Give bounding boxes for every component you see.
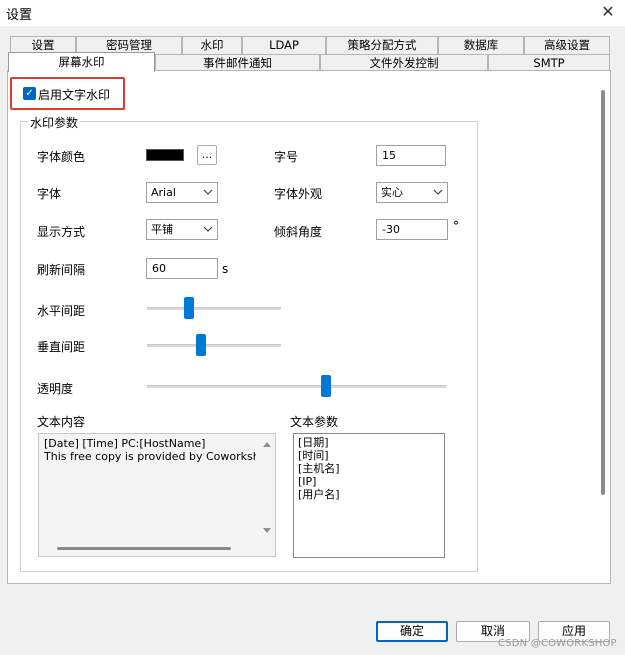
list-item[interactable]: [日期] bbox=[298, 436, 440, 449]
scroll-up-icon[interactable] bbox=[262, 440, 272, 448]
text-params-list[interactable]: [日期] [时间] [主机名] [IP] [用户名] bbox=[293, 433, 445, 558]
tab-event-mail[interactable]: 事件邮件通知 bbox=[155, 54, 320, 71]
text-content-line: [Date] [Time] PC:[HostName] bbox=[44, 438, 206, 450]
enable-watermark-checkbox[interactable]: ✓ bbox=[23, 87, 36, 100]
text-content-textarea[interactable]: [Date] [Time] PC:[HostName] This free co… bbox=[38, 433, 276, 557]
tab-smtp[interactable]: SMTP bbox=[488, 54, 610, 71]
tilt-angle-unit: ° bbox=[453, 219, 459, 233]
enable-watermark-label: 启用文字水印 bbox=[38, 88, 111, 102]
chevron-down-icon bbox=[203, 189, 213, 195]
horizontal-spacing-track[interactable] bbox=[147, 307, 281, 310]
vertical-spacing-thumb[interactable] bbox=[195, 334, 206, 356]
tab-ldap[interactable]: LDAP bbox=[242, 36, 326, 54]
tab-advanced[interactable]: 高级设置 bbox=[524, 36, 610, 54]
vertical-scroll-thumb[interactable] bbox=[601, 90, 605, 495]
horizontal-spacing-label: 水平间距 bbox=[37, 304, 86, 318]
tilt-angle-label: 倾斜角度 bbox=[274, 225, 323, 239]
tab-watermark[interactable]: 水印 bbox=[182, 36, 242, 54]
refresh-interval-label: 刷新间隔 bbox=[37, 263, 86, 277]
image-watermark: CSDN @COWORKSHOP bbox=[498, 638, 617, 649]
refresh-interval-unit: s bbox=[222, 262, 229, 276]
font-style-select[interactable]: 实心 bbox=[376, 182, 448, 203]
display-mode-select[interactable]: 平铺 bbox=[146, 219, 218, 240]
display-mode-select-value: 平铺 bbox=[151, 223, 173, 236]
opacity-track[interactable] bbox=[147, 385, 446, 388]
list-item[interactable]: [用户名] bbox=[298, 488, 440, 501]
chevron-down-icon bbox=[203, 226, 213, 232]
list-item[interactable]: [时间] bbox=[298, 449, 440, 462]
ok-button[interactable]: 确定 bbox=[376, 621, 448, 642]
font-color-label: 字体颜色 bbox=[37, 150, 86, 164]
scroll-down-icon[interactable] bbox=[262, 527, 272, 535]
tilt-angle-input[interactable]: -30 bbox=[376, 219, 448, 240]
window-title: 设置 bbox=[6, 8, 33, 23]
opacity-label: 透明度 bbox=[37, 382, 74, 396]
font-style-label: 字体外观 bbox=[274, 187, 323, 201]
horizontal-scrollbar[interactable] bbox=[57, 547, 231, 550]
horizontal-spacing-thumb[interactable] bbox=[183, 297, 194, 319]
text-content-label: 文本内容 bbox=[37, 415, 86, 429]
text-params-label: 文本参数 bbox=[290, 415, 339, 429]
display-mode-label: 显示方式 bbox=[37, 225, 86, 239]
refresh-interval-input[interactable]: 60 bbox=[146, 258, 218, 279]
watermark-params-title: 水印参数 bbox=[28, 114, 81, 131]
chevron-down-icon bbox=[433, 189, 443, 195]
font-size-input[interactable]: 15 bbox=[376, 145, 446, 166]
opacity-thumb[interactable] bbox=[321, 375, 332, 397]
tab-policy[interactable]: 策略分配方式 bbox=[326, 36, 438, 54]
list-item[interactable]: [主机名] bbox=[298, 462, 440, 475]
color-picker-button[interactable]: ... bbox=[197, 145, 217, 165]
tab-database[interactable]: 数据库 bbox=[438, 36, 524, 54]
font-color-swatch[interactable] bbox=[146, 149, 184, 161]
font-select-value: Arial bbox=[151, 186, 176, 199]
close-icon[interactable]: ✕ bbox=[598, 2, 618, 22]
tab-file-outbound[interactable]: 文件外发控制 bbox=[320, 54, 488, 71]
font-size-label: 字号 bbox=[274, 150, 299, 164]
font-style-select-value: 实心 bbox=[381, 186, 403, 199]
font-label: 字体 bbox=[37, 187, 62, 201]
list-item[interactable]: [IP] bbox=[298, 475, 440, 488]
font-select[interactable]: Arial bbox=[146, 182, 218, 203]
vertical-spacing-label: 垂直间距 bbox=[37, 340, 86, 354]
vertical-spacing-track[interactable] bbox=[147, 344, 281, 347]
text-content-line: This free copy is provided by Coworkshop… bbox=[44, 450, 256, 463]
title-bar bbox=[0, 0, 625, 26]
tab-screen-watermark[interactable]: 屏幕水印 bbox=[8, 52, 155, 72]
